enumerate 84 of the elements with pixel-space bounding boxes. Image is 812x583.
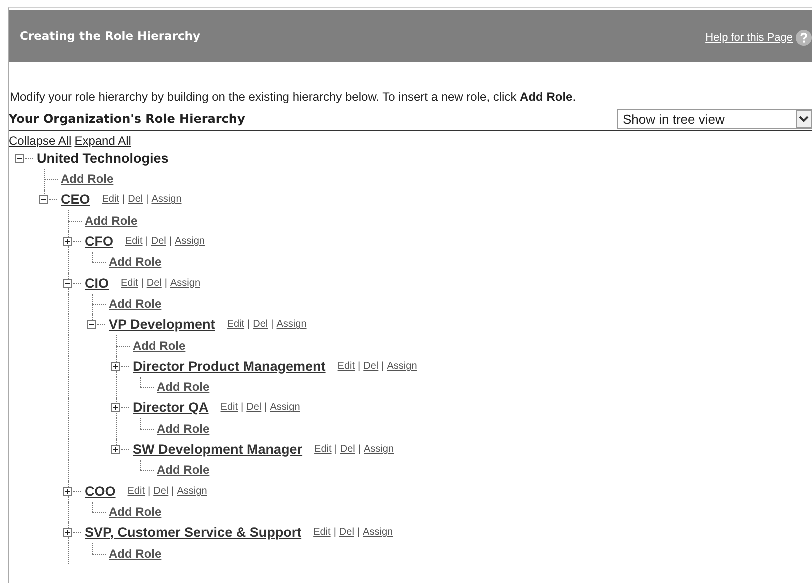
role-link[interactable]: SVP, Customer Service & Support (85, 525, 302, 540)
separator: | (248, 319, 250, 330)
role-link[interactable]: SW Development Manager (133, 442, 303, 458)
collapse-icon[interactable] (63, 278, 72, 288)
role-action-link[interactable]: Assign (174, 236, 205, 248)
role-action-link[interactable]: Assign (177, 486, 208, 497)
separator: | (169, 236, 172, 248)
expand-icon[interactable] (111, 445, 120, 454)
separator: | (334, 444, 338, 456)
separator: | (357, 527, 360, 538)
expand-icon[interactable] (63, 237, 72, 246)
role-link[interactable]: Director Product Management (133, 358, 326, 374)
role-action-link[interactable]: Assign (170, 278, 200, 289)
add-role-link[interactable]: Add Role (85, 214, 138, 228)
role-action-link[interactable]: Edit (220, 402, 238, 414)
separator: | (271, 319, 274, 330)
role-action-link[interactable]: Assign (276, 319, 307, 330)
role-link[interactable]: CIO (85, 276, 110, 291)
tree-control-link[interactable]: Expand All (74, 134, 132, 148)
separator: | (146, 194, 149, 206)
separator: | (122, 194, 126, 206)
add-role-link[interactable]: Add Role (109, 504, 162, 519)
add-role-link[interactable]: Add Role (133, 338, 186, 353)
organization-name: United Technologies (37, 150, 169, 166)
expand-icon[interactable] (111, 403, 120, 412)
help-icon[interactable] (796, 30, 812, 46)
role-action-link[interactable]: Edit (314, 444, 332, 456)
caret-icon (796, 110, 812, 128)
role-link[interactable]: CFO (85, 234, 114, 250)
expand-icon[interactable] (111, 362, 120, 371)
collapse-icon[interactable] (87, 320, 96, 330)
separator: | (358, 444, 362, 456)
role-action-link[interactable]: Del (154, 486, 169, 497)
add-role-link[interactable]: Add Role (109, 296, 162, 311)
role-action-link[interactable]: Edit (314, 527, 331, 538)
role-action-link[interactable]: Del (146, 278, 162, 289)
role-action-link[interactable]: Assign (364, 444, 394, 456)
separator: | (164, 278, 168, 289)
separator: | (241, 402, 244, 414)
view-select[interactable]: Show in tree view (617, 109, 812, 129)
add-role-link[interactable]: Add Role (109, 546, 162, 561)
role-action-link[interactable]: Del (364, 360, 379, 372)
role-action-link[interactable]: Edit (126, 236, 143, 248)
role-link[interactable]: CEO (61, 192, 90, 208)
page-title: Creating the Role Hierarchy (20, 29, 200, 43)
add-role-link[interactable]: Add Role (61, 172, 114, 186)
add-role-link[interactable]: Add Role (157, 463, 210, 478)
role-action-link[interactable]: Edit (128, 486, 145, 497)
role-action-link[interactable]: Edit (227, 319, 245, 330)
role-action-link[interactable]: Assign (363, 527, 394, 538)
tree-control-link[interactable]: Collapse All (9, 134, 72, 148)
role-action-link[interactable]: Del (253, 319, 268, 330)
collapse-icon[interactable] (39, 195, 48, 204)
role-action-link[interactable]: Del (340, 444, 356, 456)
expand-icon[interactable] (63, 528, 72, 538)
separator: | (172, 486, 174, 497)
instructions-text: Modify your role hierarchy by building on the existing hierarchy below. To insert a new role, click Add Role. (10, 90, 578, 104)
role-action-link[interactable]: Edit (102, 194, 120, 206)
help-link[interactable]: Help for this Page (706, 32, 793, 44)
role-action-link[interactable]: Del (339, 527, 354, 538)
separator: | (382, 360, 384, 372)
role-link[interactable]: Director QA (133, 400, 209, 416)
role-action-link[interactable]: Assign (152, 194, 182, 206)
collapse-icon[interactable] (15, 154, 24, 163)
role-action-link[interactable]: Assign (270, 402, 300, 414)
role-link[interactable]: VP Development (109, 317, 216, 332)
add-role-link[interactable]: Add Role (109, 255, 162, 270)
separator: | (264, 402, 268, 414)
expand-icon[interactable] (63, 486, 72, 496)
separator: | (146, 236, 148, 248)
separator: | (334, 527, 336, 538)
add-role-link[interactable]: Add Role (157, 380, 210, 394)
role-action-link[interactable]: Del (151, 236, 166, 248)
separator: | (148, 486, 151, 497)
separator: | (141, 278, 144, 289)
role-action-link[interactable]: Del (246, 402, 262, 414)
add-role-link[interactable]: Add Role (157, 422, 210, 436)
role-link[interactable]: COO (85, 484, 116, 499)
role-action-link[interactable]: Del (128, 194, 144, 206)
section-heading: Your Organization's Role Hierarchy (9, 112, 246, 126)
role-action-link[interactable]: Edit (338, 360, 356, 372)
separator: | (358, 360, 361, 372)
role-action-link[interactable]: Assign (387, 360, 418, 372)
role-action-link[interactable]: Edit (121, 278, 138, 289)
